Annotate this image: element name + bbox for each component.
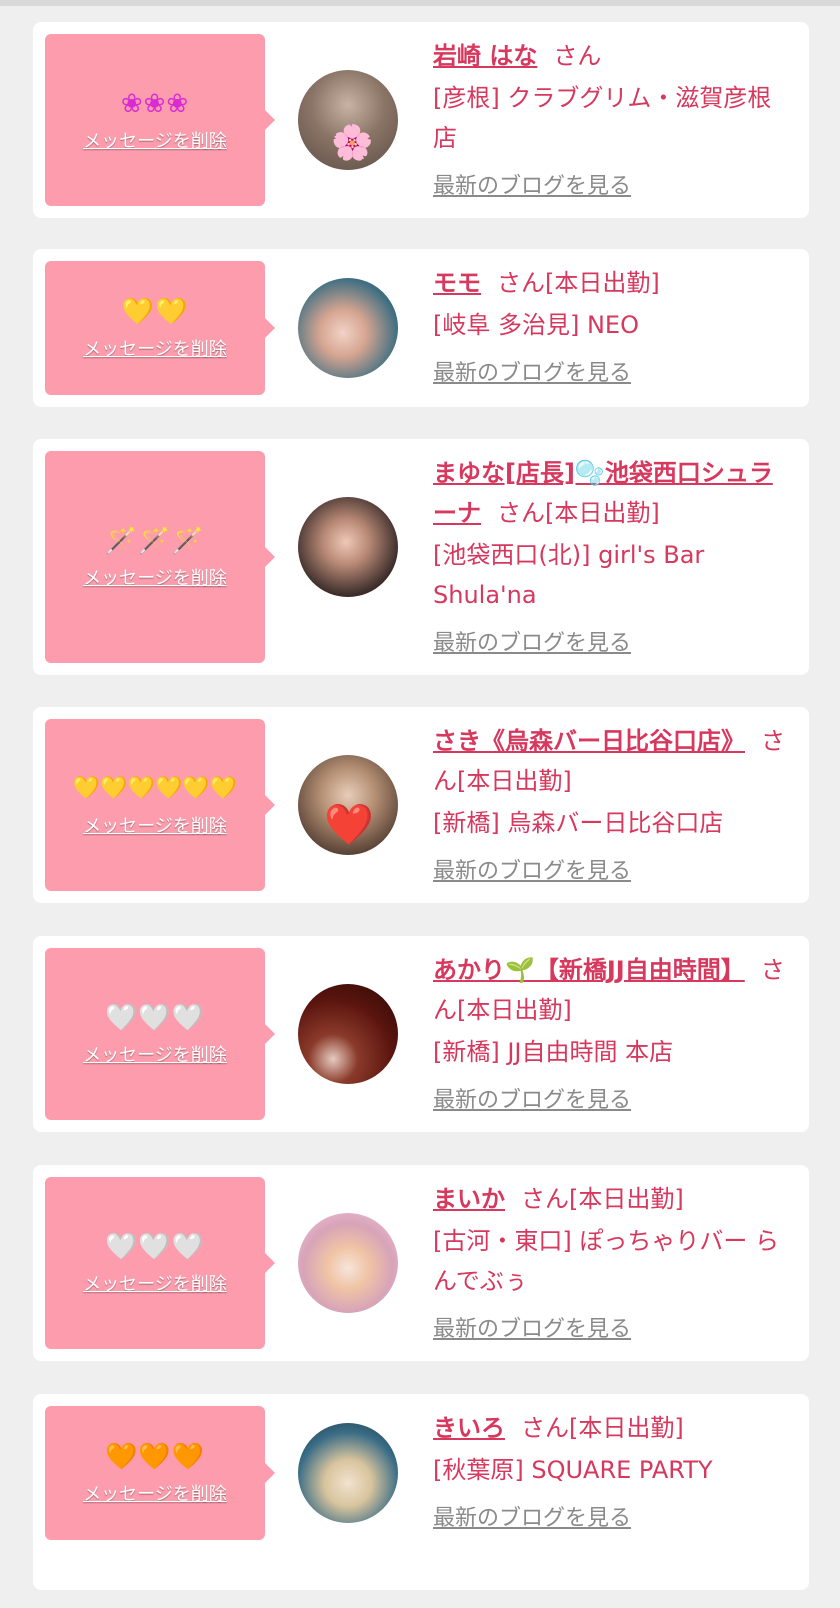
- card-info: まゆな[店長]🫧池袋西口シュラーナ さん[本日出勤] [池袋西口(北)] girl…: [433, 453, 791, 657]
- shop-label: [彦根] クラブグリム・滋賀彦根店: [433, 84, 772, 152]
- message-bubble: 💛💛 メッセージを削除: [45, 261, 275, 395]
- message-card: 🪄🪄🪄 メッセージを削除 まゆな[店長]🫧池袋西口シュラーナ さん[本日出勤] […: [33, 439, 809, 675]
- heart-sticker-icon: ❤️: [324, 802, 374, 848]
- message-bubble: 🤍🤍🤍 メッセージを削除: [45, 948, 275, 1120]
- delete-message-link[interactable]: メッセージを削除: [83, 1041, 227, 1067]
- user-name-link[interactable]: モモ: [433, 269, 481, 297]
- delete-message-link[interactable]: メッセージを削除: [83, 1270, 227, 1296]
- honorific: さん: [553, 42, 602, 70]
- latest-blog-link[interactable]: 最新のブログを見る: [433, 168, 631, 200]
- message-bubble: 🤍🤍🤍 メッセージを削除: [45, 1177, 275, 1349]
- message-card: 💛💛💛💛💛💛 メッセージを削除 ❤️ さき《烏森バー日比谷口店》 さん[本日出勤]…: [33, 707, 809, 903]
- shop-label: [新橋] JJ自由時間 本店: [433, 1038, 674, 1066]
- card-info: まいか さん[本日出勤] [古河・東口] ぽっちゃりバー らんでぶぅ 最新のブログ…: [433, 1179, 791, 1343]
- delete-message-link[interactable]: メッセージを削除: [83, 564, 227, 590]
- avatar[interactable]: [298, 984, 398, 1084]
- shop-label: [岐阜 多治見] NEO: [433, 311, 639, 339]
- message-card: 🤍🤍🤍 メッセージを削除 あかり🌱【新橋JJ自由時間】 さん[本日出勤] [新橋]…: [33, 936, 809, 1132]
- avatar[interactable]: [298, 278, 398, 378]
- user-name-link[interactable]: きいろ: [433, 1414, 505, 1442]
- name-line: モモ さん[本日出勤]: [433, 263, 791, 303]
- honorific: さん[本日出勤]: [521, 1185, 684, 1213]
- stamp-icon: 🤍🤍🤍: [104, 1003, 206, 1033]
- message-bubble: 🧡🧡🧡 メッセージを削除: [45, 1406, 275, 1540]
- honorific: さん[本日出勤]: [497, 499, 660, 527]
- message-bubble: 💛💛💛💛💛💛 メッセージを削除: [45, 719, 275, 891]
- card-info: 岩崎 はな さん [彦根] クラブグリム・滋賀彦根店 最新のブログを見る: [433, 36, 791, 200]
- stamp-icon: 💛💛: [121, 297, 189, 327]
- delete-message-link[interactable]: メッセージを削除: [83, 1480, 227, 1506]
- message-bubble: ❀❀❀ メッセージを削除: [45, 34, 275, 206]
- name-line: あかり🌱【新橋JJ自由時間】 さん[本日出勤]: [433, 950, 791, 1030]
- latest-blog-link[interactable]: 最新のブログを見る: [433, 625, 631, 657]
- name-line: 岩崎 はな さん: [433, 36, 791, 76]
- shop-label: [秋葉原] SQUARE PARTY: [433, 1456, 713, 1484]
- flower-icon: 🌸: [331, 123, 374, 163]
- avatar[interactable]: [298, 1213, 398, 1313]
- message-card: 🤍🤍🤍 メッセージを削除 まいか さん[本日出勤] [古河・東口] ぽっちゃりバー…: [33, 1165, 809, 1361]
- stamp-icon: 🪄🪄🪄: [104, 526, 206, 556]
- card-info: モモ さん[本日出勤] [岐阜 多治見] NEO 最新のブログを見る: [433, 263, 791, 387]
- stamp-icon: 🧡🧡🧡: [104, 1442, 206, 1472]
- message-card: 🧡🧡🧡 メッセージを削除 きいろ さん[本日出勤] [秋葉原] SQUARE PA…: [33, 1394, 809, 1590]
- user-name-link[interactable]: 岩崎 はな: [433, 42, 537, 70]
- stamp-icon: 💛💛💛💛💛💛: [72, 776, 238, 801]
- latest-blog-link[interactable]: 最新のブログを見る: [433, 1082, 631, 1114]
- name-line: まゆな[店長]🫧池袋西口シュラーナ さん[本日出勤]: [433, 453, 791, 533]
- stamp-icon: 🤍🤍🤍: [104, 1232, 206, 1262]
- shop-label: [古河・東口] ぽっちゃりバー らんでぶぅ: [433, 1227, 779, 1295]
- card-info: さき《烏森バー日比谷口店》 さん[本日出勤] [新橋] 烏森バー日比谷口店 最新の…: [433, 721, 791, 885]
- user-name-link[interactable]: あかり🌱【新橋JJ自由時間】: [433, 956, 745, 984]
- avatar[interactable]: ❤️: [298, 755, 398, 855]
- user-name-link[interactable]: さき《烏森バー日比谷口店》: [433, 727, 745, 755]
- latest-blog-link[interactable]: 最新のブログを見る: [433, 355, 631, 387]
- stamp-icon: ❀❀❀: [120, 89, 190, 119]
- avatar[interactable]: [298, 1423, 398, 1523]
- delete-message-link[interactable]: メッセージを削除: [83, 812, 227, 838]
- latest-blog-link[interactable]: 最新のブログを見る: [433, 1311, 631, 1343]
- delete-message-link[interactable]: メッセージを削除: [83, 335, 227, 361]
- name-line: まいか さん[本日出勤]: [433, 1179, 791, 1219]
- honorific: さん[本日出勤]: [521, 1414, 684, 1442]
- card-info: あかり🌱【新橋JJ自由時間】 さん[本日出勤] [新橋] JJ自由時間 本店 最新…: [433, 950, 791, 1114]
- user-name-link[interactable]: まいか: [433, 1185, 505, 1213]
- message-card: 💛💛 メッセージを削除 モモ さん[本日出勤] [岐阜 多治見] NEO 最新のブ…: [33, 249, 809, 407]
- name-line: きいろ さん[本日出勤]: [433, 1408, 791, 1448]
- latest-blog-link[interactable]: 最新のブログを見る: [433, 853, 631, 885]
- card-info: きいろ さん[本日出勤] [秋葉原] SQUARE PARTY 最新のブログを見る: [433, 1408, 791, 1532]
- top-divider: [0, 0, 840, 6]
- avatar[interactable]: [298, 497, 398, 597]
- shop-label: [池袋西口(北)] girl's Bar Shula'na: [433, 541, 705, 609]
- honorific: さん[本日出勤]: [497, 269, 660, 297]
- message-bubble: 🪄🪄🪄 メッセージを削除: [45, 451, 275, 663]
- message-card: ❀❀❀ メッセージを削除 🌸 岩崎 はな さん [彦根] クラブグリム・滋賀彦根店…: [33, 22, 809, 218]
- shop-label: [新橋] 烏森バー日比谷口店: [433, 809, 724, 837]
- latest-blog-link[interactable]: 最新のブログを見る: [433, 1500, 631, 1532]
- name-line: さき《烏森バー日比谷口店》 さん[本日出勤]: [433, 721, 791, 801]
- delete-message-link[interactable]: メッセージを削除: [83, 127, 227, 153]
- avatar[interactable]: 🌸: [298, 70, 398, 170]
